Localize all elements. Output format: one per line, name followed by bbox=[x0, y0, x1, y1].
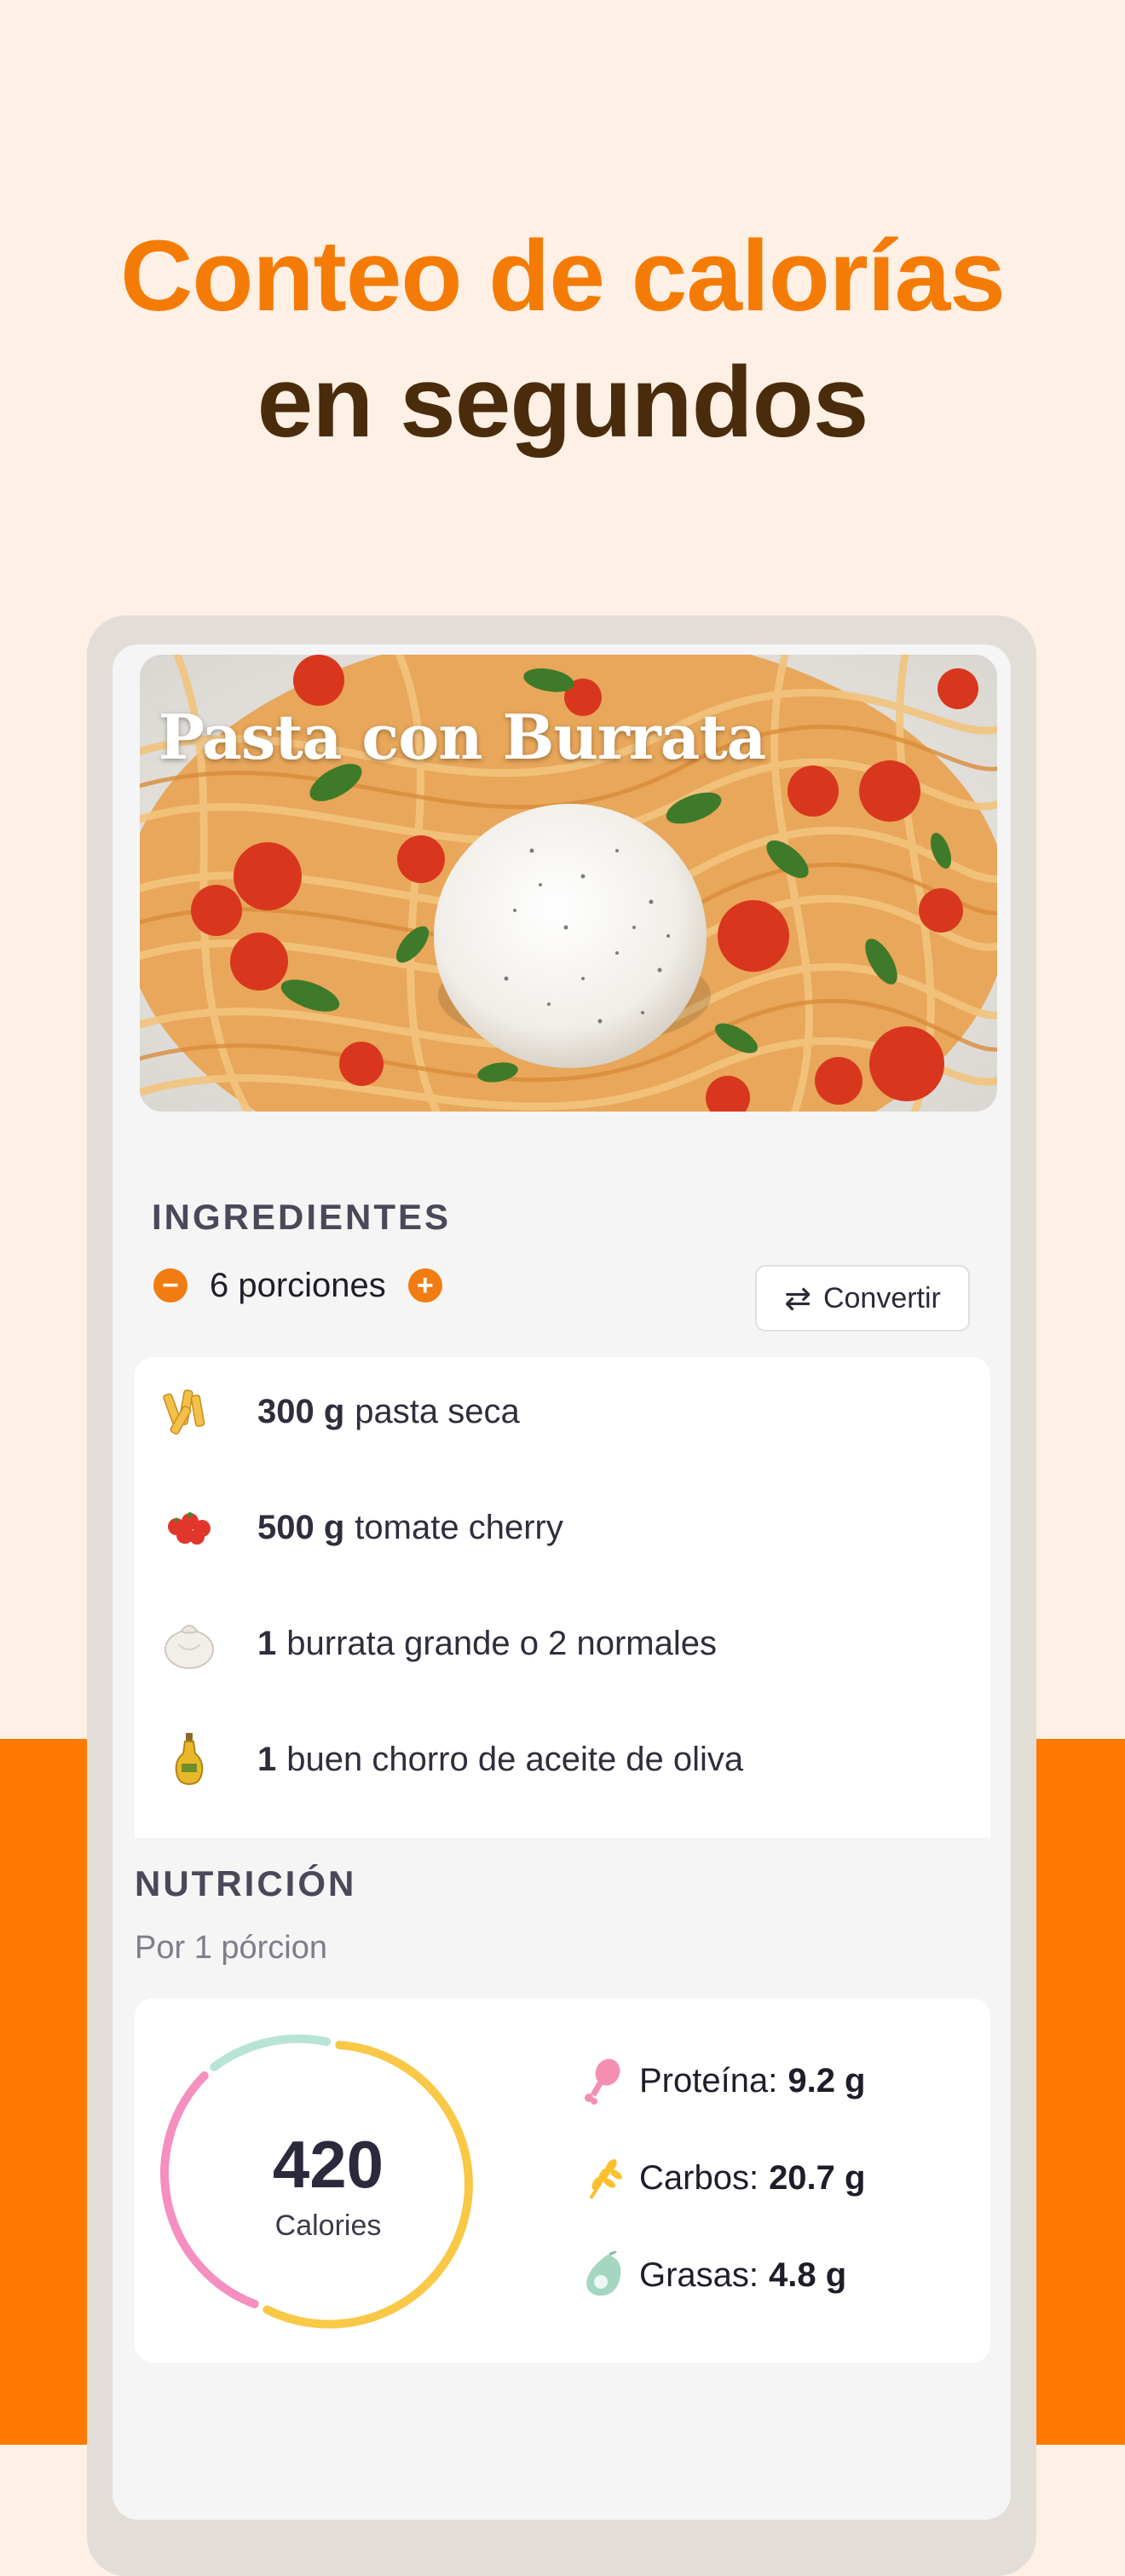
ingredients-list: 300 g pasta seca 500 g tomate cherry 1 b… bbox=[135, 1357, 990, 1838]
macro-carbs: Carbos: 20.7 g bbox=[578, 2148, 865, 2208]
ingredient-row[interactable]: 1 burrata grande o 2 normales bbox=[135, 1601, 990, 1686]
olive-oil-icon bbox=[155, 1725, 223, 1793]
recipe-screen: Pasta con Burrata INGREDIENTES − 6 porci… bbox=[112, 644, 1011, 2520]
macro-value: 20.7 g bbox=[769, 2158, 866, 2197]
ingredient-text: 300 g pasta seca bbox=[257, 1393, 520, 1431]
servings-stepper: − 6 porciones + bbox=[153, 1262, 442, 1309]
macro-label: Carbos: bbox=[639, 2158, 759, 2197]
ingredient-text: 500 g tomate cherry bbox=[257, 1509, 563, 1547]
macro-protein: Proteína: 9.2 g bbox=[578, 2051, 865, 2111]
pasta-icon bbox=[155, 1378, 223, 1446]
ingredient-name: buen chorro de aceite de oliva bbox=[286, 1740, 744, 1778]
wheat-icon bbox=[578, 2152, 629, 2203]
increase-servings-button[interactable]: + bbox=[407, 1268, 442, 1302]
drumstick-icon bbox=[578, 2055, 629, 2106]
macro-label: Proteína: bbox=[639, 2061, 778, 2099]
convert-button[interactable]: ⇄ Convertir bbox=[755, 1265, 970, 1331]
recipe-title: Pasta con Burrata bbox=[159, 701, 766, 773]
nutrition-subtitle: Por 1 pórcion bbox=[135, 1930, 328, 1966]
ingredient-qty: 1 bbox=[257, 1740, 277, 1778]
ingredient-text: 1 buen chorro de aceite de oliva bbox=[257, 1741, 743, 1779]
recipe-hero-image: Pasta con Burrata bbox=[140, 655, 997, 1112]
decrease-servings-button[interactable]: − bbox=[153, 1268, 188, 1302]
convert-button-label: Convertir bbox=[822, 1281, 941, 1314]
swap-arrows-icon: ⇄ bbox=[784, 1280, 811, 1317]
ingredient-text: 1 burrata grande o 2 normales bbox=[257, 1625, 717, 1663]
ingredient-name: pasta seca bbox=[355, 1392, 520, 1430]
servings-label: 6 porciones bbox=[210, 1266, 386, 1304]
ingredient-qty: 300 g bbox=[257, 1392, 345, 1430]
calories-label: Calories bbox=[274, 2209, 382, 2242]
burrata-icon bbox=[155, 1609, 223, 1678]
ingredient-name: burrata grande o 2 normales bbox=[286, 1624, 717, 1662]
headline-line-1: Conteo de calorías bbox=[120, 220, 1006, 332]
nutrition-card: 420 Calories Proteína: 9.2 g Carbos: 20.… bbox=[135, 1998, 990, 2363]
headline: Conteo de calorías en segundos bbox=[0, 213, 1125, 465]
macro-value: 9.2 g bbox=[788, 2061, 866, 2099]
ingredient-name: tomate cherry bbox=[355, 1508, 563, 1546]
ingredient-qty: 500 g bbox=[257, 1508, 345, 1546]
ingredient-row[interactable]: 500 g tomate cherry bbox=[135, 1485, 990, 1570]
macro-value: 4.8 g bbox=[769, 2255, 847, 2294]
ingredient-row[interactable]: 300 g pasta seca bbox=[135, 1369, 990, 1454]
nutrition-section-title: NUTRICIÓN bbox=[135, 1863, 357, 1903]
tomato-icon bbox=[155, 1493, 223, 1562]
macro-label: Grasas: bbox=[639, 2255, 759, 2294]
ingredient-row[interactable]: 1 buen chorro de aceite de oliva bbox=[135, 1717, 990, 1802]
avocado-icon bbox=[578, 2250, 629, 2301]
calories-value: 420 bbox=[272, 2127, 384, 2202]
ring-segment-fat bbox=[210, 2034, 332, 2071]
macro-fat: Grasas: 4.8 g bbox=[578, 2245, 846, 2305]
ingredients-section-title: INGREDIENTES bbox=[152, 1197, 452, 1237]
headline-line-2: en segundos bbox=[257, 346, 869, 459]
ingredient-qty: 1 bbox=[257, 1624, 277, 1662]
